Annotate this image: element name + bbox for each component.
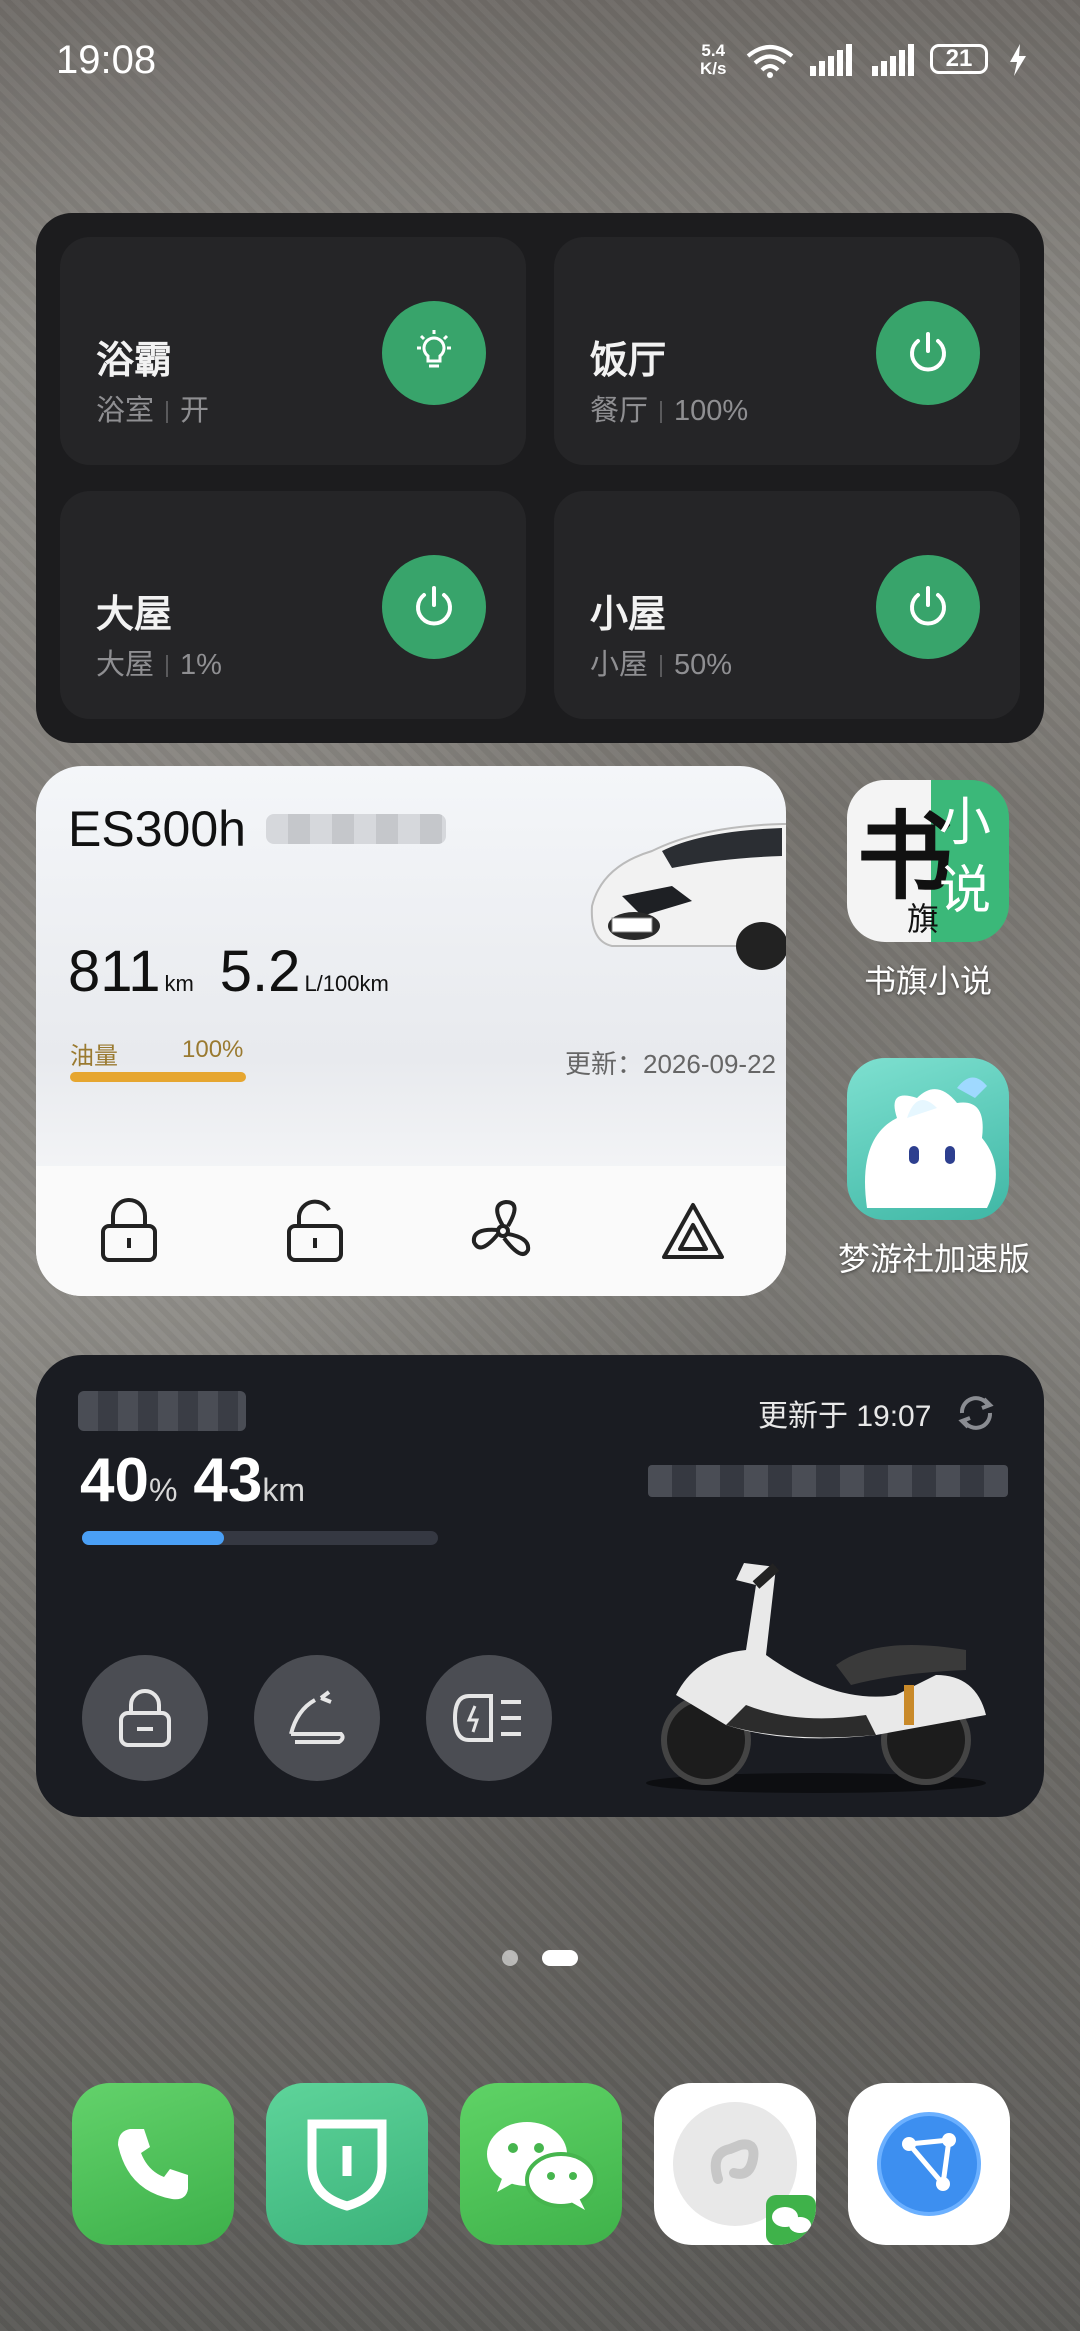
scooter-image <box>646 1563 986 1793</box>
smart-home-widget: 浴霸 浴室开 饭厅 餐厅 100% 大屋 大屋 1% 小屋 小屋 50% <box>36 213 1044 743</box>
fuel-bar <box>70 1072 246 1082</box>
power-icon[interactable] <box>876 301 980 405</box>
app-shuqi[interactable]: 书旗小说 书旗小说 <box>838 780 1018 1002</box>
charging-icon <box>1010 44 1026 76</box>
car-updated-time: 更新：2026-09-22 <box>565 1049 776 1079</box>
device-tile-big-room[interactable]: 大屋 大屋 1% <box>60 491 526 719</box>
car-widget[interactable]: ES300h 811 km 5.2 L/100km 油量 100% 更新：2026-0… <box>36 766 786 1296</box>
device-status: 餐厅 100% <box>590 395 749 427</box>
app-label: 书旗小说 <box>863 963 992 999</box>
mini-program-icon[interactable] <box>654 2083 816 2245</box>
svg-text:小: 小 <box>939 793 991 853</box>
hazard-icon[interactable] <box>658 1196 728 1266</box>
unlock-icon[interactable] <box>280 1196 350 1266</box>
scooter-name-redacted <box>78 1391 246 1431</box>
app-mengyou[interactable]: 梦游社加速版 <box>838 1058 1031 1280</box>
scooter-stats: 40% 43km <box>80 1446 306 1515</box>
signal-icon <box>810 44 852 76</box>
scooter-battery-fill <box>82 1531 225 1545</box>
scooter-updated-time: 更新于 19:07 <box>758 1400 932 1433</box>
browser-icon[interactable] <box>848 2083 1010 2245</box>
page-dot-active[interactable] <box>542 1950 578 1966</box>
device-title: 大屋 <box>96 594 173 636</box>
svg-text:说: 说 <box>939 861 991 921</box>
car-action-bar <box>36 1166 786 1296</box>
fan-icon[interactable] <box>468 1196 538 1266</box>
power-icon[interactable] <box>876 555 980 659</box>
device-status: 大屋 1% <box>96 649 222 681</box>
device-tile-dining[interactable]: 饭厅 餐厅 100% <box>554 237 1020 465</box>
bulb-icon[interactable] <box>382 301 486 405</box>
phone-icon[interactable] <box>72 2083 234 2245</box>
lock-icon[interactable] <box>82 1655 208 1781</box>
device-title: 饭厅 <box>590 340 667 382</box>
signal-icon-2 <box>872 44 914 76</box>
device-title: 小屋 <box>590 594 667 636</box>
power-icon[interactable] <box>382 555 486 659</box>
car-name: ES300h <box>68 801 246 857</box>
scooter-widget[interactable]: 更新于 19:07 40% 43km <box>36 1355 1044 1817</box>
mi-home-icon[interactable] <box>266 2083 428 2245</box>
svg-text:旗: 旗 <box>907 900 939 938</box>
app-label: 梦游社加速版 <box>838 1241 1031 1277</box>
device-status: 小屋 50% <box>590 649 733 681</box>
shuqi-app-icon: 书旗小说 <box>847 780 1009 942</box>
page-dot[interactable] <box>502 1950 518 1966</box>
fuel-label: 油量 <box>70 1043 118 1070</box>
car-stats: 811 km 5.2 L/100km <box>68 939 389 1004</box>
battery-icon: 21 <box>930 44 988 74</box>
scooter-model-redacted <box>648 1465 1008 1497</box>
wechat-icon[interactable] <box>460 2083 622 2245</box>
refresh-icon[interactable] <box>954 1391 998 1435</box>
device-title: 浴霸 <box>96 340 173 382</box>
device-tile-bath-heater[interactable]: 浴霸 浴室开 <box>60 237 526 465</box>
net-speed: 5.4 K/s <box>700 41 727 78</box>
lock-icon[interactable] <box>94 1196 164 1266</box>
device-tile-small-room[interactable]: 小屋 小屋 50% <box>554 491 1020 719</box>
wifi-icon <box>746 45 794 78</box>
status-bar: 19:08 5.4 K/s 21 <box>0 0 1080 120</box>
scooter-battery-bar <box>82 1531 438 1545</box>
seat-icon[interactable] <box>254 1655 380 1781</box>
headlight-icon[interactable] <box>426 1655 552 1781</box>
clock: 19:08 <box>56 38 157 82</box>
car-image <box>590 823 786 970</box>
fuel-value: 100% <box>182 1036 244 1063</box>
license-plate-redacted <box>266 814 446 844</box>
mengyou-app-icon <box>847 1058 1009 1220</box>
device-status: 浴室开 <box>96 395 210 427</box>
